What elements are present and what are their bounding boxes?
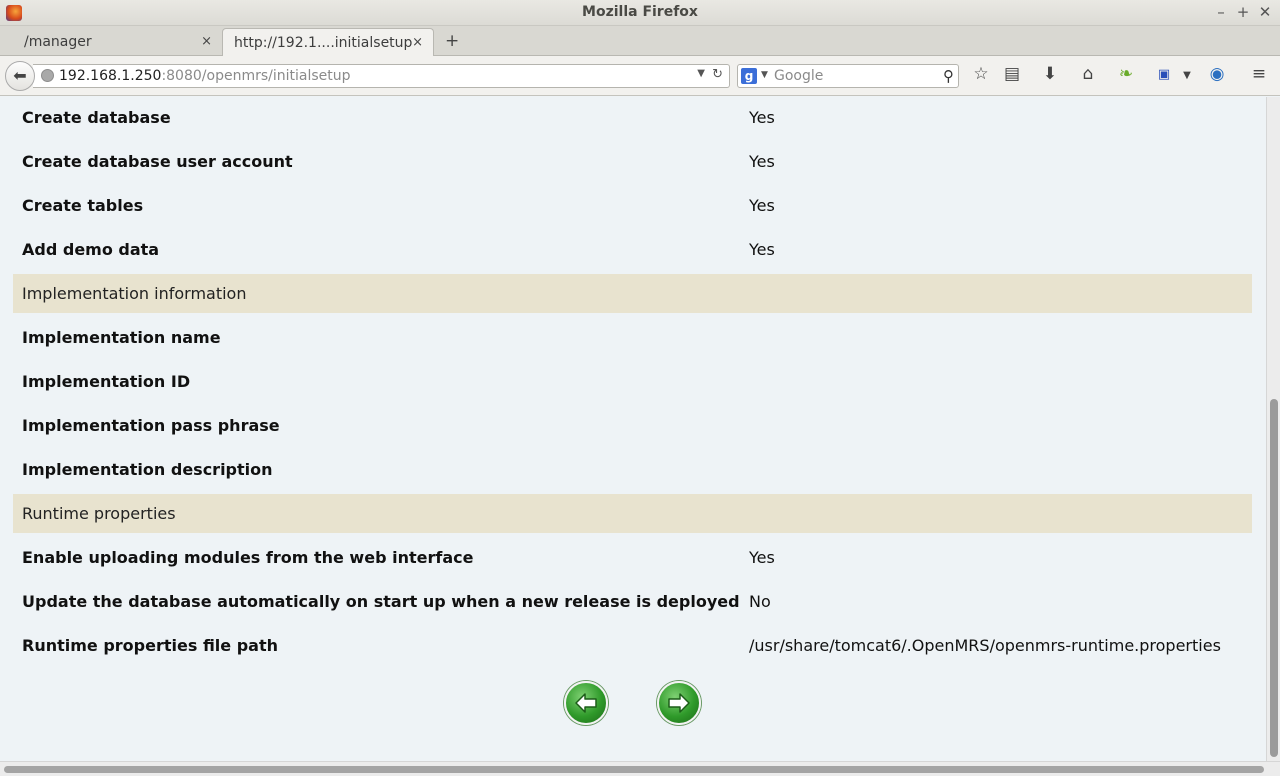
row-label: Create database [22,108,171,127]
summary-row: Implementation ID [13,362,1252,402]
horizontal-scrollbar-thumb[interactable] [4,766,1264,773]
back-button[interactable]: ⬅ [5,61,35,91]
arrow-right-icon [668,693,690,713]
page-content: Create database Yes Create database user… [0,97,1266,761]
vertical-scrollbar-thumb[interactable] [1270,399,1278,757]
addon-globe-icon[interactable]: ◉ [1206,64,1228,84]
menu-icon[interactable]: ≡ [1248,64,1270,84]
tab-initialsetup[interactable]: http://192.1....initialsetup × [222,28,434,56]
adblock-icon[interactable]: ▣ [1153,67,1175,82]
downloads-icon[interactable]: ⬇ [1039,64,1061,84]
section-header-implementation: Implementation information [13,274,1252,313]
summary-row: Implementation description [13,450,1252,490]
section-header-runtime: Runtime properties [13,494,1252,533]
row-value: Yes [749,152,775,171]
bookmark-star-icon[interactable]: ☆ [970,64,992,84]
row-label: Implementation description [22,460,273,479]
adblock-dropdown-icon[interactable]: ▼ [1176,70,1198,81]
summary-row: Create database Yes [13,98,1252,138]
url-bar[interactable]: 192.168.1.250:8080/openmrs/initialsetup … [33,64,730,88]
row-value: No [749,592,771,611]
tab-close-icon[interactable]: × [412,35,423,50]
back-arrow-icon: ⬅ [13,66,27,85]
row-label: Implementation pass phrase [22,416,280,435]
tab-label: /manager [24,34,92,50]
summary-row: Runtime properties file path /usr/share/… [13,626,1252,666]
reload-icon[interactable]: ↻ [712,67,723,82]
url-host: 192.168.1.250 [59,68,162,84]
bookmarks-menu-icon[interactable]: ▤ [1001,64,1023,84]
search-engine-icon[interactable]: g [741,68,757,84]
tab-label: http://192.1....initialsetup [234,35,413,51]
summary-row: Create tables Yes [13,186,1252,226]
maximize-icon[interactable]: + [1234,3,1252,21]
home-icon[interactable]: ⌂ [1077,64,1099,84]
window-title: Mozilla Firefox [582,4,698,20]
row-label: Update the database automatically on sta… [22,592,740,611]
vertical-scrollbar[interactable] [1266,97,1280,761]
section-title: Runtime properties [22,504,176,523]
row-label: Add demo data [22,240,160,259]
row-value: Yes [749,240,775,259]
leaf-addon-icon[interactable]: ❧ [1115,64,1137,84]
row-label: Implementation name [22,328,221,347]
url-history-dropdown-icon[interactable]: ▼ [697,68,705,79]
previous-step-button[interactable] [564,681,608,725]
window-titlebar: Mozilla Firefox – + ✕ [0,0,1280,26]
search-engine-dropdown-icon[interactable]: ▼ [761,70,768,80]
horizontal-scrollbar[interactable] [0,761,1280,776]
summary-row: Add demo data Yes [13,230,1252,270]
row-label: Runtime properties file path [22,636,278,655]
row-label: Implementation ID [22,372,191,391]
row-value: Yes [749,108,775,127]
row-label: Create tables [22,196,144,215]
summary-row: Create database user account Yes [13,142,1252,182]
row-value: Yes [749,196,775,215]
site-identity-icon[interactable] [41,69,54,82]
close-window-icon[interactable]: ✕ [1256,3,1274,21]
summary-row: Implementation name [13,318,1252,358]
next-step-button[interactable] [657,681,701,725]
tab-manager[interactable]: /manager × [0,28,222,56]
summary-row: Implementation pass phrase [13,406,1252,446]
row-label: Enable uploading modules from the web in… [22,548,474,567]
url-text[interactable]: 192.168.1.250:8080/openmrs/initialsetup [59,68,351,84]
search-bar[interactable]: g ▼ Google ⚲ [737,64,959,88]
row-value: Yes [749,548,775,567]
minimize-icon[interactable]: – [1212,3,1230,21]
search-icon[interactable]: ⚲ [943,67,954,85]
url-path: :8080/openmrs/initialsetup [161,68,351,84]
row-value: /usr/share/tomcat6/.OpenMRS/openmrs-runt… [749,636,1221,655]
new-tab-button[interactable]: + [445,31,459,51]
row-label: Create database user account [22,152,293,171]
tab-strip: /manager × http://192.1....initialsetup … [0,26,1280,56]
summary-row: Update the database automatically on sta… [13,582,1252,622]
search-placeholder: Google [774,68,824,84]
arrow-left-icon [575,693,597,713]
summary-row: Enable uploading modules from the web in… [13,538,1252,578]
tab-close-icon[interactable]: × [201,34,212,49]
section-title: Implementation information [22,284,247,303]
